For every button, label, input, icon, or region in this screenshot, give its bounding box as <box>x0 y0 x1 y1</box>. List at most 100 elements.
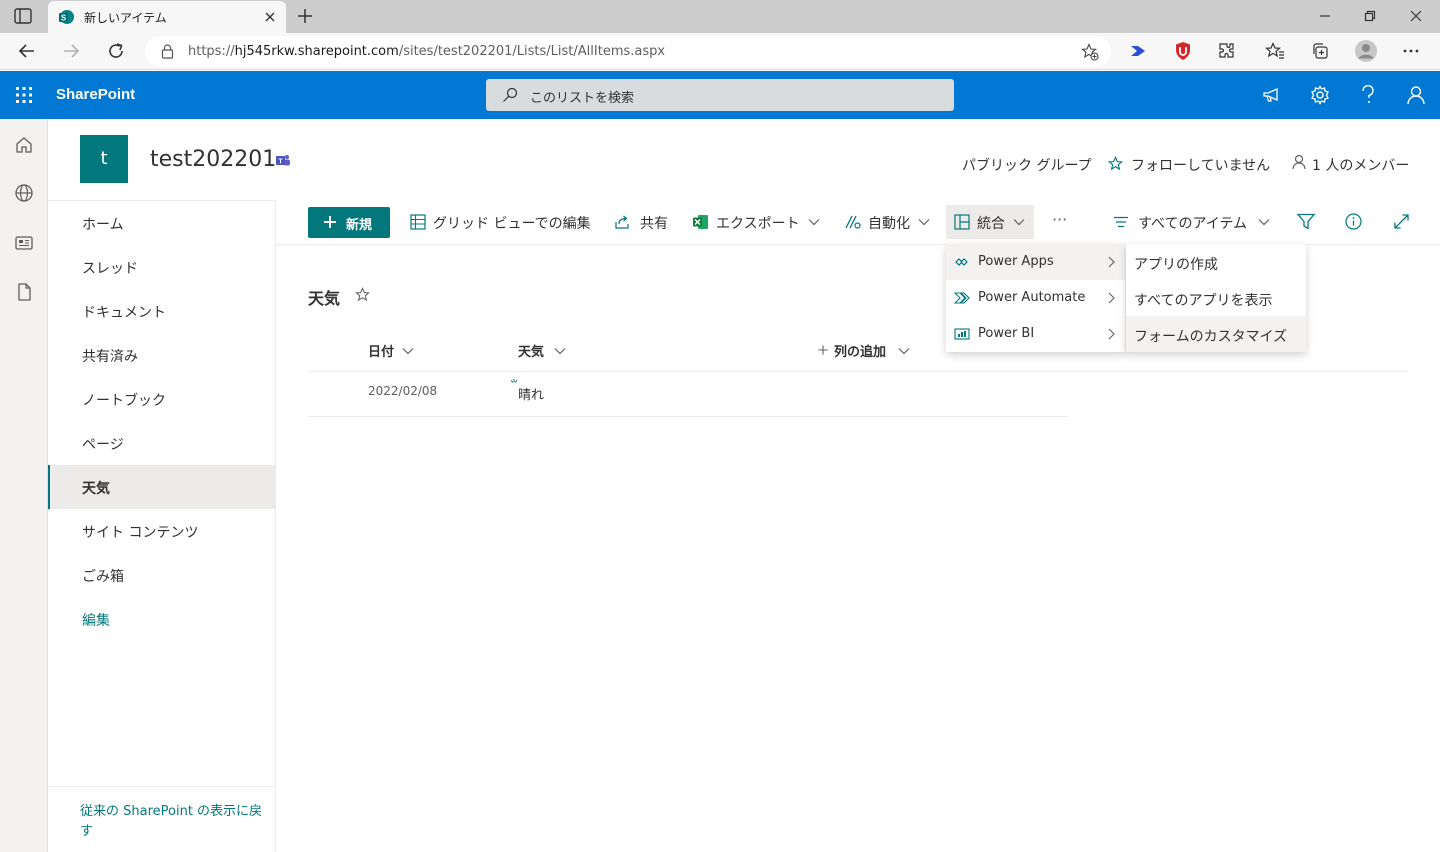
nav-item-shared[interactable]: 共有済み <box>48 333 275 377</box>
view-selector[interactable]: すべてのアイテム <box>1106 205 1276 239</box>
search-box[interactable]: このリストを検索 <box>486 79 954 111</box>
back-icon[interactable] <box>18 42 36 60</box>
app-launcher-icon[interactable] <box>15 86 33 104</box>
settings-gear-icon[interactable] <box>1310 85 1330 105</box>
globe-icon[interactable] <box>14 183 34 203</box>
collections-icon[interactable] <box>1311 42 1329 60</box>
info-icon[interactable] <box>1345 213 1362 230</box>
chevron-down-icon <box>918 218 930 226</box>
search-placeholder: このリストを検索 <box>530 91 635 106</box>
list-title: 天気 <box>308 289 341 308</box>
automate-icon <box>844 214 861 230</box>
nav-item-weather[interactable]: 天気 <box>48 465 275 509</box>
group-type: パブリック グループ <box>962 158 1092 174</box>
integrate-menu: Power Apps Power Automate Power BI <box>946 244 1125 352</box>
share-button[interactable]: 共有 <box>608 205 678 239</box>
excel-icon <box>692 214 709 230</box>
nav-divider <box>48 786 276 787</box>
nav-edit-link[interactable]: 編集 <box>48 597 275 641</box>
power-automate-icon <box>954 292 970 304</box>
chevron-right-icon <box>1108 256 1115 268</box>
app-bar <box>0 119 48 852</box>
profile-avatar-icon[interactable] <box>1354 39 1378 63</box>
menu-item-create-app[interactable]: アプリの作成 <box>1126 244 1306 280</box>
filter-icon[interactable] <box>1297 213 1315 230</box>
person-icon <box>1292 154 1306 170</box>
sharepoint-favicon-icon: S <box>58 9 74 25</box>
share-icon <box>614 214 630 230</box>
integrate-button[interactable]: 統合 <box>946 205 1034 239</box>
close-window-icon[interactable] <box>1410 10 1422 22</box>
search-icon <box>502 87 518 103</box>
favorite-list-star-icon[interactable] <box>355 287 370 302</box>
lock-icon[interactable] <box>161 44 174 59</box>
extension-arrow-icon[interactable] <box>1129 42 1147 60</box>
help-icon[interactable] <box>1360 85 1376 105</box>
chevron-down-icon <box>898 347 910 355</box>
sharepoint-brand[interactable]: SharePoint <box>56 86 135 103</box>
members-button[interactable]: 1 人のメンバー <box>1312 155 1409 175</box>
add-column-button[interactable]: 列の追加 <box>816 336 916 364</box>
cell-weather[interactable]: 晴れ <box>518 384 544 403</box>
browser-tab[interactable]: S 新しいアイテム <box>48 1 286 33</box>
more-commands-button[interactable]: ··· <box>1044 205 1080 239</box>
tab-title: 新しいアイテム <box>84 11 167 25</box>
nav-item-home[interactable]: ホーム <box>48 201 275 245</box>
address-bar[interactable]: https://hj545rkw.sharepoint.com/sites/te… <box>145 36 1111 67</box>
menu-item-power-bi[interactable]: Power BI <box>946 316 1125 352</box>
nav-item-documents[interactable]: ドキュメント <box>48 289 275 333</box>
close-tab-icon[interactable] <box>264 11 276 23</box>
integrate-icon <box>954 214 970 230</box>
export-button[interactable]: エクスポート <box>686 205 826 239</box>
nav-item-notebook[interactable]: ノートブック <box>48 377 275 421</box>
power-apps-submenu: アプリの作成 すべてのアプリを表示 フォームのカスタマイズ <box>1126 244 1306 352</box>
plus-icon <box>323 215 337 229</box>
column-header-date[interactable]: 日付 <box>368 336 458 364</box>
favorites-icon[interactable] <box>1265 42 1285 60</box>
restore-icon[interactable] <box>1364 10 1376 22</box>
column-header-weather[interactable]: 天気 <box>518 336 608 364</box>
menu-item-see-all-apps[interactable]: すべてのアプリを表示 <box>1126 280 1306 316</box>
browser-menu-icon[interactable] <box>1402 49 1420 53</box>
teams-icon[interactable]: T <box>274 153 292 169</box>
file-icon[interactable] <box>14 282 34 302</box>
site-title[interactable]: test202201 <box>150 147 276 172</box>
site-logo[interactable]: t <box>80 135 128 183</box>
news-icon[interactable] <box>14 233 34 253</box>
grid-edit-button[interactable]: グリッド ビューでの編集 <box>404 205 600 239</box>
plus-icon <box>818 345 828 355</box>
account-icon[interactable] <box>1406 85 1426 105</box>
menu-item-power-apps[interactable]: Power Apps <box>946 244 1125 280</box>
new-tab-icon[interactable] <box>297 8 313 24</box>
home-icon[interactable] <box>14 135 34 155</box>
power-apps-icon <box>955 256 969 268</box>
automate-button[interactable]: 自動化 <box>838 205 938 239</box>
star-icon[interactable] <box>1108 156 1123 171</box>
view-list-icon <box>1113 216 1129 228</box>
menu-item-power-automate[interactable]: Power Automate <box>946 280 1125 316</box>
classic-view-link[interactable]: 従来の SharePoint の表示に戻す <box>80 802 270 842</box>
chevron-down-icon <box>402 347 414 355</box>
chevron-right-icon <box>1108 292 1115 304</box>
nav-item-recycle-bin[interactable]: ごみ箱 <box>48 553 275 597</box>
add-favorite-icon[interactable] <box>1081 43 1099 61</box>
left-navigation: ホーム スレッド ドキュメント 共有済み ノートブック ページ 天気 サイト コ… <box>48 200 276 852</box>
tab-actions-icon[interactable] <box>14 8 32 24</box>
svg-text:T: T <box>278 159 283 166</box>
extensions-icon[interactable] <box>1218 42 1236 60</box>
new-button[interactable]: 新規 <box>308 207 390 238</box>
nav-item-threads[interactable]: スレッド <box>48 245 275 289</box>
chevron-down-icon <box>808 218 820 226</box>
expand-icon[interactable] <box>1393 213 1410 230</box>
nav-item-pages[interactable]: ページ <box>48 421 275 465</box>
minimize-icon[interactable] <box>1319 10 1331 22</box>
forward-icon[interactable] <box>62 42 80 60</box>
menu-item-customize-forms[interactable]: フォームのカスタマイズ <box>1126 316 1306 352</box>
follow-button[interactable]: フォローしていません <box>1131 155 1270 175</box>
megaphone-icon[interactable] <box>1262 86 1282 104</box>
shield-extension-icon[interactable] <box>1174 41 1192 61</box>
nav-item-site-contents[interactable]: サイト コンテンツ <box>48 509 275 553</box>
chevron-down-icon <box>1258 218 1270 226</box>
grid-icon <box>410 214 426 230</box>
refresh-icon[interactable] <box>107 42 125 60</box>
